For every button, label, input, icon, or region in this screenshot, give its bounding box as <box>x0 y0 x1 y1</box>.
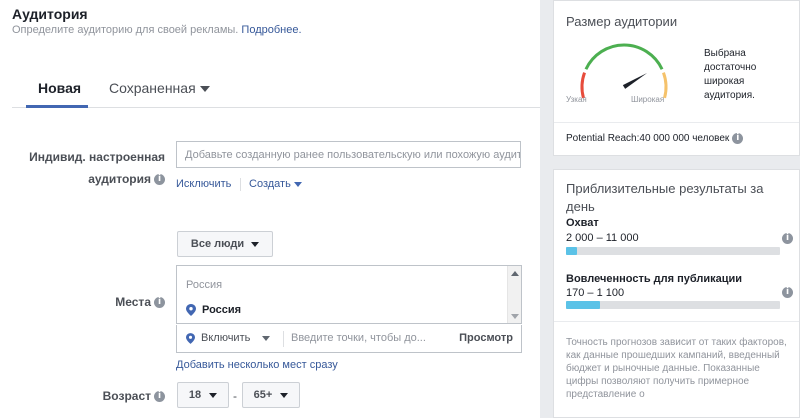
caret-down-icon <box>262 335 271 341</box>
custom-audience-placeholder: Добавьте созданную ранее пользовательску… <box>185 148 521 161</box>
people-selector-button[interactable]: Все люди <box>177 231 273 257</box>
map-pin-icon <box>186 304 196 316</box>
caret-down-icon <box>199 86 210 93</box>
audience-size-description: Выбрана достаточно широкая аудитория. <box>704 48 757 101</box>
exclude-link[interactable]: Исключить <box>176 178 231 190</box>
potential-reach-value: 40 000 000 человек <box>639 133 730 145</box>
engagement-bar <box>566 301 780 309</box>
info-icon[interactable]: i <box>154 391 165 403</box>
include-divider <box>283 331 284 347</box>
age-max-value: 65+ <box>253 389 273 401</box>
locations-list: Россия Россия <box>176 265 522 324</box>
people-selector-label: Все люди <box>190 238 245 250</box>
card-divider <box>554 321 799 322</box>
age-label: Возраст i <box>20 389 165 403</box>
estimate-disclaimer: Точность прогнозов зависит от таких факт… <box>566 337 787 400</box>
learn-more-link[interactable]: Подробнее. <box>241 24 301 36</box>
custom-audience-label-line2: аудитория <box>88 172 151 186</box>
location-item-label: Россия <box>202 304 242 316</box>
engagement-bar-fill <box>566 301 601 309</box>
bulk-locations-link[interactable]: Добавить несколько мест сразу <box>176 359 338 371</box>
location-country-header: Россия <box>186 279 223 291</box>
scroll-up-icon[interactable] <box>511 271 519 276</box>
gauge-wide-label: Широкая <box>631 95 665 104</box>
age-label-text: Возраст <box>102 389 151 403</box>
engagement-metric-name: Вовлеченность для публикации <box>566 273 743 285</box>
info-icon[interactable]: i <box>154 297 165 309</box>
info-icon[interactable]: i <box>732 133 744 144</box>
gauge-narrow-label: Узкая <box>566 95 587 104</box>
custom-audience-input[interactable]: Добавьте созданную ранее пользовательску… <box>176 141 521 168</box>
caret-down-icon <box>293 181 302 187</box>
estimated-results-title: Приблизительные результаты за день <box>566 181 764 214</box>
tab-saved[interactable]: Сохраненная <box>109 80 210 96</box>
custom-audience-label-line1: Индивид. настроенная <box>29 150 165 164</box>
age-separator: - <box>233 389 237 403</box>
potential-reach: Potential Reach:40 000 000 человек i <box>566 133 744 145</box>
engagement-metric-range: 170 – 1 100 <box>566 287 625 299</box>
audience-tabs: Новая Сохраненная <box>12 70 540 108</box>
map-pin-icon <box>186 332 195 344</box>
tab-saved-label: Сохраненная <box>109 80 196 96</box>
caret-down-icon <box>251 241 260 247</box>
tab-new[interactable]: Новая <box>38 80 81 96</box>
locations-scrollbar[interactable] <box>507 266 521 323</box>
locations-label: Места i <box>20 295 165 309</box>
location-item[interactable]: Россия <box>186 304 241 316</box>
potential-reach-label: Potential Reach: <box>566 133 640 145</box>
caret-down-icon <box>209 392 218 398</box>
caret-down-icon <box>280 392 289 398</box>
info-icon[interactable]: i <box>782 233 793 244</box>
browse-button[interactable]: Просмотр <box>459 332 513 344</box>
location-search-row: Включить Просмотр <box>176 325 522 353</box>
reach-bar-fill <box>566 247 577 255</box>
reach-bar <box>566 247 780 255</box>
include-label: Включить <box>201 332 251 344</box>
age-min-select[interactable]: 18 <box>177 382 229 408</box>
scroll-down-icon[interactable] <box>511 314 519 319</box>
info-icon[interactable]: i <box>782 287 793 298</box>
estimated-results-card: Приблизительные результаты за день Охват… <box>553 169 800 418</box>
active-tab-indicator <box>26 105 88 108</box>
audience-size-card: Размер аудитории Узкая Широкая Выбрана д… <box>553 0 800 156</box>
age-max-select[interactable]: 65+ <box>242 382 300 408</box>
reach-metric-name: Охват <box>566 217 599 229</box>
audience-subtitle-text: Определите аудиторию для своей рекламы. <box>12 24 239 36</box>
create-label: Создать <box>249 178 291 190</box>
audience-panel: Аудитория Определите аудиторию для своей… <box>0 0 540 418</box>
info-icon[interactable]: i <box>154 174 165 186</box>
card-divider <box>554 122 799 123</box>
age-min-value: 18 <box>188 389 202 401</box>
audience-subtitle: Определите аудиторию для своей рекламы. … <box>12 24 302 36</box>
reach-metric-range: 2 000 – 11 000 <box>566 232 639 244</box>
link-separator <box>240 178 241 191</box>
include-dropdown[interactable]: Включить <box>186 332 271 344</box>
location-search-input[interactable] <box>291 325 441 351</box>
create-dropdown[interactable]: Создать <box>249 178 302 190</box>
audience-size-title: Размер аудитории <box>566 14 678 29</box>
locations-label-text: Места <box>115 295 151 309</box>
custom-audience-label: аудитория i <box>20 172 165 186</box>
audience-title: Аудитория <box>12 6 88 22</box>
